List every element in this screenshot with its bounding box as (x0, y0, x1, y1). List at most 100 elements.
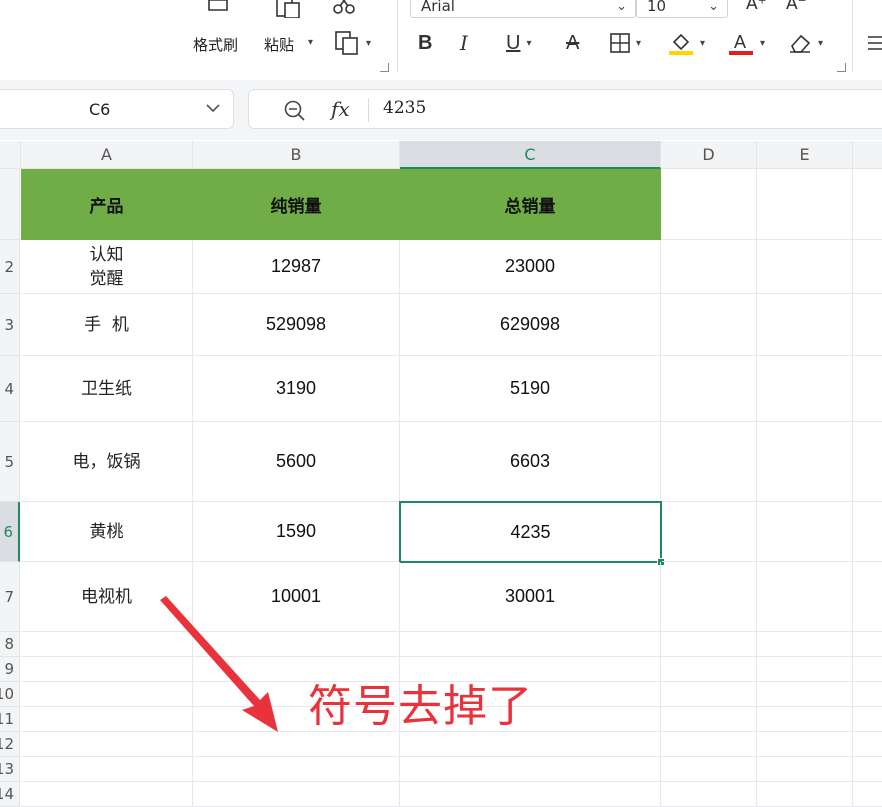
empty-cell[interactable] (661, 682, 757, 707)
row-header[interactable]: 12 (0, 732, 20, 757)
grow-font-button[interactable]: A⁺ (746, 0, 767, 14)
total-sales-cell[interactable]: 6603 (400, 422, 661, 502)
empty-cell[interactable] (757, 707, 853, 732)
empty-cell[interactable] (661, 757, 757, 782)
empty-cell[interactable] (661, 782, 757, 807)
empty-cell[interactable] (757, 657, 853, 682)
underline-button[interactable]: U ▾ (506, 30, 531, 56)
empty-cell[interactable] (757, 682, 853, 707)
product-cell[interactable]: 电，饭锅 (21, 422, 193, 502)
font-size-select[interactable]: 10 ⌄ (636, 0, 728, 18)
fill-color-dropdown-icon[interactable]: ▾ (700, 38, 705, 49)
empty-cell[interactable] (757, 632, 853, 657)
empty-cell[interactable] (661, 632, 757, 657)
empty-cell[interactable] (853, 732, 882, 757)
borders-dropdown-icon[interactable]: ▾ (636, 38, 641, 49)
row-header[interactable]: 8 (0, 632, 20, 657)
table-header-product[interactable]: 产品 (21, 169, 193, 240)
total-sales-cell[interactable]: 30001 (400, 562, 661, 632)
table-cell[interactable] (661, 240, 757, 294)
row-header[interactable]: 11 (0, 707, 20, 732)
empty-cell[interactable] (400, 782, 661, 807)
empty-cell[interactable] (757, 782, 853, 807)
table-cell[interactable] (757, 169, 853, 240)
product-cell[interactable]: 手 机 (21, 294, 193, 356)
chevron-down-icon[interactable] (205, 102, 221, 114)
column-header-d[interactable]: D (661, 141, 757, 169)
table-cell[interactable] (661, 422, 757, 502)
empty-cell[interactable] (661, 732, 757, 757)
table-cell[interactable] (853, 502, 882, 562)
table-cell[interactable] (661, 562, 757, 632)
align-button[interactable] (866, 30, 882, 56)
clipboard-group-expand-icon[interactable] (380, 63, 389, 72)
total-sales-cell[interactable]: 23000 (400, 240, 661, 294)
total-sales-cell[interactable]: 5190 (400, 356, 661, 422)
table-cell[interactable] (757, 240, 853, 294)
empty-cell[interactable] (853, 782, 882, 807)
column-header-b[interactable]: B (193, 141, 400, 169)
cut-button[interactable] (330, 0, 358, 16)
row-header[interactable]: 4 (0, 356, 20, 422)
column-header-c[interactable]: C (400, 141, 661, 169)
empty-cell[interactable] (661, 707, 757, 732)
name-box[interactable]: C6 (0, 89, 234, 129)
bold-button[interactable]: B (418, 30, 432, 56)
borders-button[interactable]: ▾ (610, 30, 641, 56)
column-header-f[interactable] (853, 141, 882, 169)
table-cell[interactable] (757, 294, 853, 356)
empty-cell[interactable] (757, 732, 853, 757)
product-cell[interactable]: 卫生纸 (21, 356, 193, 422)
table-cell[interactable] (662, 502, 757, 562)
net-sales-cell[interactable]: 529098 (193, 294, 400, 356)
function-icon[interactable]: fx (331, 97, 350, 121)
table-cell[interactable] (661, 356, 757, 422)
table-header-total-sales[interactable]: 总销量 (400, 169, 661, 240)
zoom-out-icon[interactable] (283, 99, 307, 123)
row-header[interactable]: 14 (0, 782, 20, 807)
clear-format-button[interactable]: ▾ (788, 30, 823, 56)
table-cell[interactable] (853, 294, 882, 356)
font-name-select[interactable]: Arial ⌄ (410, 0, 636, 18)
empty-cell[interactable] (853, 657, 882, 682)
net-sales-cell[interactable]: 1590 (193, 502, 400, 562)
empty-cell[interactable] (853, 632, 882, 657)
table-cell[interactable] (757, 502, 853, 562)
product-cell[interactable]: 黄桃 (21, 502, 193, 562)
font-group-expand-icon[interactable] (837, 63, 846, 72)
table-cell[interactable] (853, 356, 882, 422)
row-header-active[interactable]: 6 (0, 502, 20, 562)
empty-cell[interactable] (853, 757, 882, 782)
empty-cell[interactable] (193, 757, 400, 782)
formula-value[interactable]: 4235 (383, 98, 426, 118)
table-header-net-sales[interactable]: 纯销量 (193, 169, 400, 240)
select-all-corner[interactable] (0, 141, 21, 169)
selected-cell-c6[interactable]: 4235 (399, 501, 662, 563)
font-color-button[interactable]: A ▾ (728, 30, 765, 56)
table-cell[interactable] (757, 562, 853, 632)
row-header[interactable]: 2 (0, 240, 20, 294)
table-cell[interactable] (853, 240, 882, 294)
row-header[interactable]: 10 (0, 682, 20, 707)
empty-cell[interactable] (757, 757, 853, 782)
empty-cell[interactable] (853, 707, 882, 732)
shrink-font-button[interactable]: A⁻ (786, 0, 807, 14)
row-header[interactable]: 5 (0, 422, 20, 502)
empty-cell[interactable] (400, 757, 661, 782)
row-header[interactable]: 13 (0, 757, 20, 782)
empty-cell[interactable] (400, 732, 661, 757)
row-header-1[interactable] (0, 169, 20, 240)
paste-dropdown-icon[interactable]: ▾ (308, 37, 313, 48)
copy-button[interactable]: ▾ (334, 30, 371, 56)
net-sales-cell[interactable]: 12987 (193, 240, 400, 294)
strikethrough-button[interactable]: A (566, 30, 579, 56)
row-header[interactable]: 9 (0, 657, 20, 682)
product-cell[interactable]: 认知 觉醒 (21, 240, 193, 294)
underline-dropdown-icon[interactable]: ▾ (526, 38, 531, 49)
copy-dropdown-icon[interactable]: ▾ (366, 38, 371, 49)
empty-cell[interactable] (193, 782, 400, 807)
table-cell[interactable] (853, 562, 882, 632)
column-header-a[interactable]: A (21, 141, 193, 169)
empty-cell[interactable] (21, 757, 193, 782)
formula-input[interactable]: fx 4235 (248, 89, 882, 129)
